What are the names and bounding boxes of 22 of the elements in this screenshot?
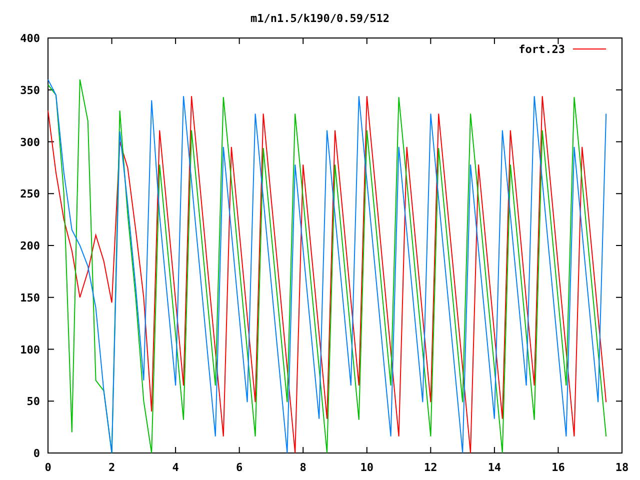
- tick-label: 50: [26, 395, 40, 408]
- tick-label: 2: [108, 461, 116, 474]
- tick-label: 100: [20, 343, 40, 356]
- tick-label: 14: [488, 461, 502, 474]
- tick-label: 350: [20, 84, 40, 97]
- tick-label: 400: [20, 32, 40, 45]
- tick-label: 8: [300, 461, 306, 474]
- tick-label: 300: [20, 136, 40, 149]
- legend-line-icon: [572, 48, 606, 50]
- tick-label: 0: [33, 447, 40, 460]
- tick-label: 10: [360, 461, 374, 474]
- tick-label: 6: [236, 461, 243, 474]
- tick-label: 200: [20, 240, 40, 252]
- chart-title: m1/n1.5/k190/0.59/512: [250, 12, 390, 25]
- tick-label: 0: [44, 461, 52, 474]
- tick-label: 18: [615, 461, 629, 474]
- tick-label: 16: [552, 461, 565, 474]
- tick-label: 150: [20, 291, 40, 304]
- legend-label: fort.23: [518, 43, 565, 56]
- tick-label: 250: [20, 188, 40, 201]
- tick-label: 4: [172, 461, 179, 474]
- tick-label: 12: [424, 461, 438, 474]
